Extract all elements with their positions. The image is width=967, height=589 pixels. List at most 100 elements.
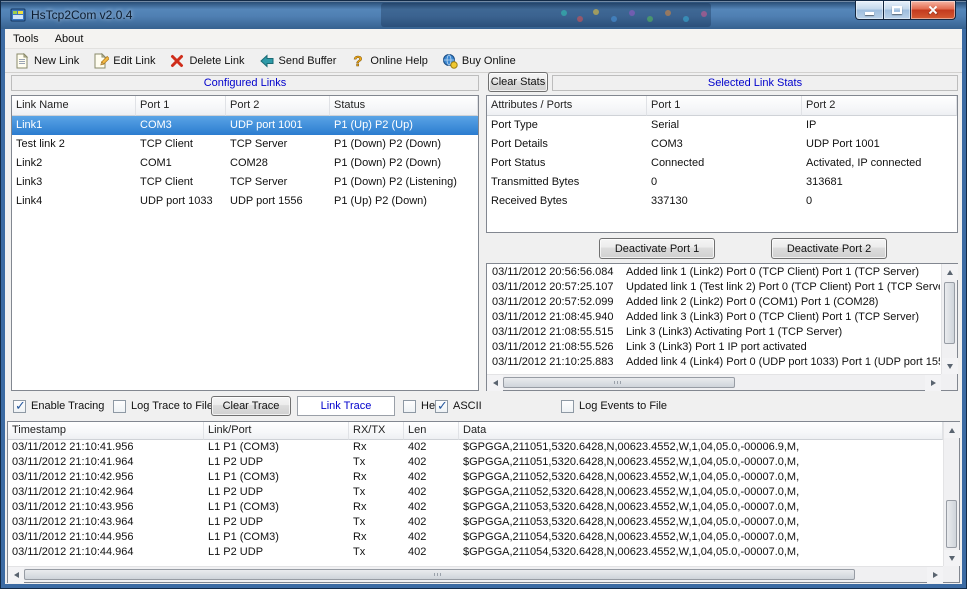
stats-row[interactable]: Port DetailsCOM3UDP Port 1001 — [487, 135, 957, 154]
trace-row[interactable]: 03/11/2012 21:10:44.956L1 P1 (COM3)Rx402… — [8, 530, 943, 545]
scroll-right-button[interactable] — [925, 375, 941, 391]
trace-row[interactable]: 03/11/2012 21:10:44.964L1 P2 UDPTx402$GP… — [8, 545, 943, 560]
log-events-to-file-checkbox[interactable]: Log Events to File — [561, 399, 667, 413]
column-header[interactable]: Port 1 — [647, 96, 802, 116]
column-header[interactable]: Link/Port — [204, 422, 349, 440]
configured-link-row[interactable]: Link3TCP ClientTCP ServerP1 (Down) P2 (L… — [12, 173, 478, 192]
cell: Transmitted Bytes — [487, 173, 647, 192]
scroll-down-button[interactable] — [942, 358, 958, 374]
log-trace-to-file-checkbox[interactable]: Log Trace to File — [113, 399, 213, 413]
trace-name-field[interactable]: Link Trace — [297, 396, 395, 416]
stats-row[interactable]: Port TypeSerialIP — [487, 116, 957, 135]
event-log-row[interactable]: 03/11/2012 21:10:25.883Added link 4 (Lin… — [488, 355, 940, 370]
scrollbar-thumb[interactable] — [944, 282, 955, 344]
column-header[interactable]: Attributes / Ports — [487, 96, 647, 116]
deactivate-port2-button[interactable]: Deactivate Port 2 — [771, 238, 887, 259]
event-log-row[interactable]: 03/11/2012 20:57:52.099Added link 2 (Lin… — [488, 295, 940, 310]
online-help-button[interactable]: ? Online Help — [343, 50, 434, 72]
column-header[interactable]: Status — [330, 96, 478, 116]
scroll-left-button[interactable] — [487, 375, 503, 391]
app-window: HsTcp2Com v2.0.4 Tools About New Link Ed… — [0, 0, 967, 589]
event-log-row[interactable]: 03/11/2012 20:57:25.107Updated link 1 (T… — [488, 280, 940, 295]
trace-row[interactable]: 03/11/2012 21:10:41.964L1 P2 UDPTx402$GP… — [8, 455, 943, 470]
cell: COM3 — [647, 135, 802, 154]
clear-stats-button[interactable]: Clear Stats — [488, 72, 548, 92]
column-header[interactable]: Data — [459, 422, 943, 440]
maximize-button[interactable] — [884, 1, 911, 20]
column-header[interactable]: Link Name — [12, 96, 136, 116]
configured-link-row[interactable]: Link4UDP port 1033UDP port 1556P1 (Up) P… — [12, 192, 478, 211]
cell: Rx — [349, 440, 404, 455]
clear-trace-button[interactable]: Clear Trace — [211, 396, 291, 416]
enable-tracing-checkbox[interactable]: Enable Tracing — [13, 399, 104, 413]
send-buffer-button[interactable]: Send Buffer — [252, 50, 344, 72]
column-header[interactable]: Port 1 — [136, 96, 226, 116]
cell: 0 — [647, 173, 802, 192]
cell: TCP Client — [136, 135, 226, 154]
event-log-horizontal-scrollbar[interactable] — [487, 374, 941, 390]
cell: IP — [802, 116, 957, 135]
trace-row[interactable]: 03/11/2012 21:10:42.964L1 P2 UDPTx402$GP… — [8, 485, 943, 500]
stats-table-header: Attributes / PortsPort 1Port 2 — [487, 96, 957, 116]
new-link-button[interactable]: New Link — [7, 50, 86, 72]
trace-row[interactable]: 03/11/2012 21:10:42.956L1 P1 (COM3)Rx402… — [8, 470, 943, 485]
scroll-left-button[interactable] — [8, 567, 24, 583]
scroll-up-button[interactable] — [944, 422, 960, 438]
toolbar: New Link Edit Link Delete Link Send Buff… — [5, 49, 962, 73]
scrollbar-thumb[interactable] — [503, 377, 735, 388]
ascii-label: ASCII — [453, 400, 482, 412]
ascii-checkbox[interactable]: ASCII — [435, 399, 482, 413]
stats-row[interactable]: Port StatusConnectedActivated, IP connec… — [487, 154, 957, 173]
titlebar[interactable]: HsTcp2Com v2.0.4 — [1, 1, 966, 29]
event-log-row[interactable]: 03/11/2012 21:08:45.940Added link 3 (Lin… — [488, 310, 940, 325]
cell: P1 (Up) P2 (Down) — [330, 192, 478, 211]
cell: 402 — [404, 470, 459, 485]
cell: Tx — [349, 455, 404, 470]
scroll-right-button[interactable] — [927, 567, 943, 583]
cell: L1 P2 UDP — [204, 545, 349, 560]
trace-vertical-scrollbar[interactable] — [943, 422, 959, 566]
event-log-vertical-scrollbar[interactable] — [941, 264, 957, 374]
trace-row[interactable]: 03/11/2012 21:10:41.956L1 P1 (COM3)Rx402… — [8, 440, 943, 455]
cell: 402 — [404, 440, 459, 455]
column-header[interactable]: Port 2 — [226, 96, 330, 116]
trace-row[interactable]: 03/11/2012 21:10:43.964L1 P2 UDPTx402$GP… — [8, 515, 943, 530]
scroll-up-button[interactable] — [942, 264, 958, 280]
configured-link-row[interactable]: Test link 2TCP ClientTCP ServerP1 (Down)… — [12, 135, 478, 154]
minimize-button[interactable] — [855, 1, 884, 20]
close-button[interactable] — [911, 1, 956, 20]
cell: 402 — [404, 515, 459, 530]
column-header[interactable]: Timestamp — [8, 422, 204, 440]
configured-link-row[interactable]: Link1COM3UDP port 1001P1 (Up) P2 (Up) — [12, 116, 478, 135]
scrollbar-track[interactable] — [503, 375, 925, 390]
scrollbar-track[interactable] — [24, 567, 927, 582]
scrollbar-thumb[interactable] — [24, 569, 855, 580]
column-header[interactable]: Port 2 — [802, 96, 957, 116]
column-header[interactable]: RX/TX — [349, 422, 404, 440]
menu-about[interactable]: About — [47, 30, 92, 48]
trace-row[interactable]: 03/11/2012 21:10:43.956L1 P1 (COM3)Rx402… — [8, 500, 943, 515]
cell: $GPGGA,211053,5320.6428,N,00623.4552,W,1… — [459, 500, 943, 515]
client-area: Tools About New Link Edit Link Delete Li… — [5, 29, 962, 584]
configured-link-row[interactable]: Link2COM1COM28P1 (Down) P2 (Down) — [12, 154, 478, 173]
cell: TCP Client — [136, 173, 226, 192]
delete-link-button[interactable]: Delete Link — [162, 50, 251, 72]
event-log-list[interactable]: 03/11/2012 20:56:56.084Added link 1 (Lin… — [488, 265, 940, 373]
event-text: Link 3 (Link3) Activating Port 1 (TCP Se… — [626, 326, 842, 338]
delete-link-icon — [169, 53, 185, 69]
scrollbar-thumb[interactable] — [946, 500, 957, 548]
trace-horizontal-scrollbar[interactable] — [8, 566, 943, 582]
column-header[interactable]: Len — [404, 422, 459, 440]
event-log-row[interactable]: 03/11/2012 20:56:56.084Added link 1 (Lin… — [488, 265, 940, 280]
event-log-row[interactable]: 03/11/2012 21:08:55.515Link 3 (Link3) Ac… — [488, 325, 940, 340]
stats-row[interactable]: Received Bytes3371300 — [487, 192, 957, 211]
stats-row[interactable]: Transmitted Bytes0313681 — [487, 173, 957, 192]
event-log-row[interactable]: 03/11/2012 21:08:55.526Link 3 (Link3) Po… — [488, 340, 940, 355]
cell: UDP port 1001 — [226, 116, 330, 135]
buy-online-button[interactable]: Buy Online — [435, 50, 523, 72]
edit-link-button[interactable]: Edit Link — [86, 50, 162, 72]
deactivate-port1-button[interactable]: Deactivate Port 1 — [599, 238, 715, 259]
trace-table-body[interactable]: 03/11/2012 21:10:41.956L1 P1 (COM3)Rx402… — [8, 440, 943, 566]
menu-tools[interactable]: Tools — [5, 30, 47, 48]
scroll-down-button[interactable] — [944, 550, 960, 566]
